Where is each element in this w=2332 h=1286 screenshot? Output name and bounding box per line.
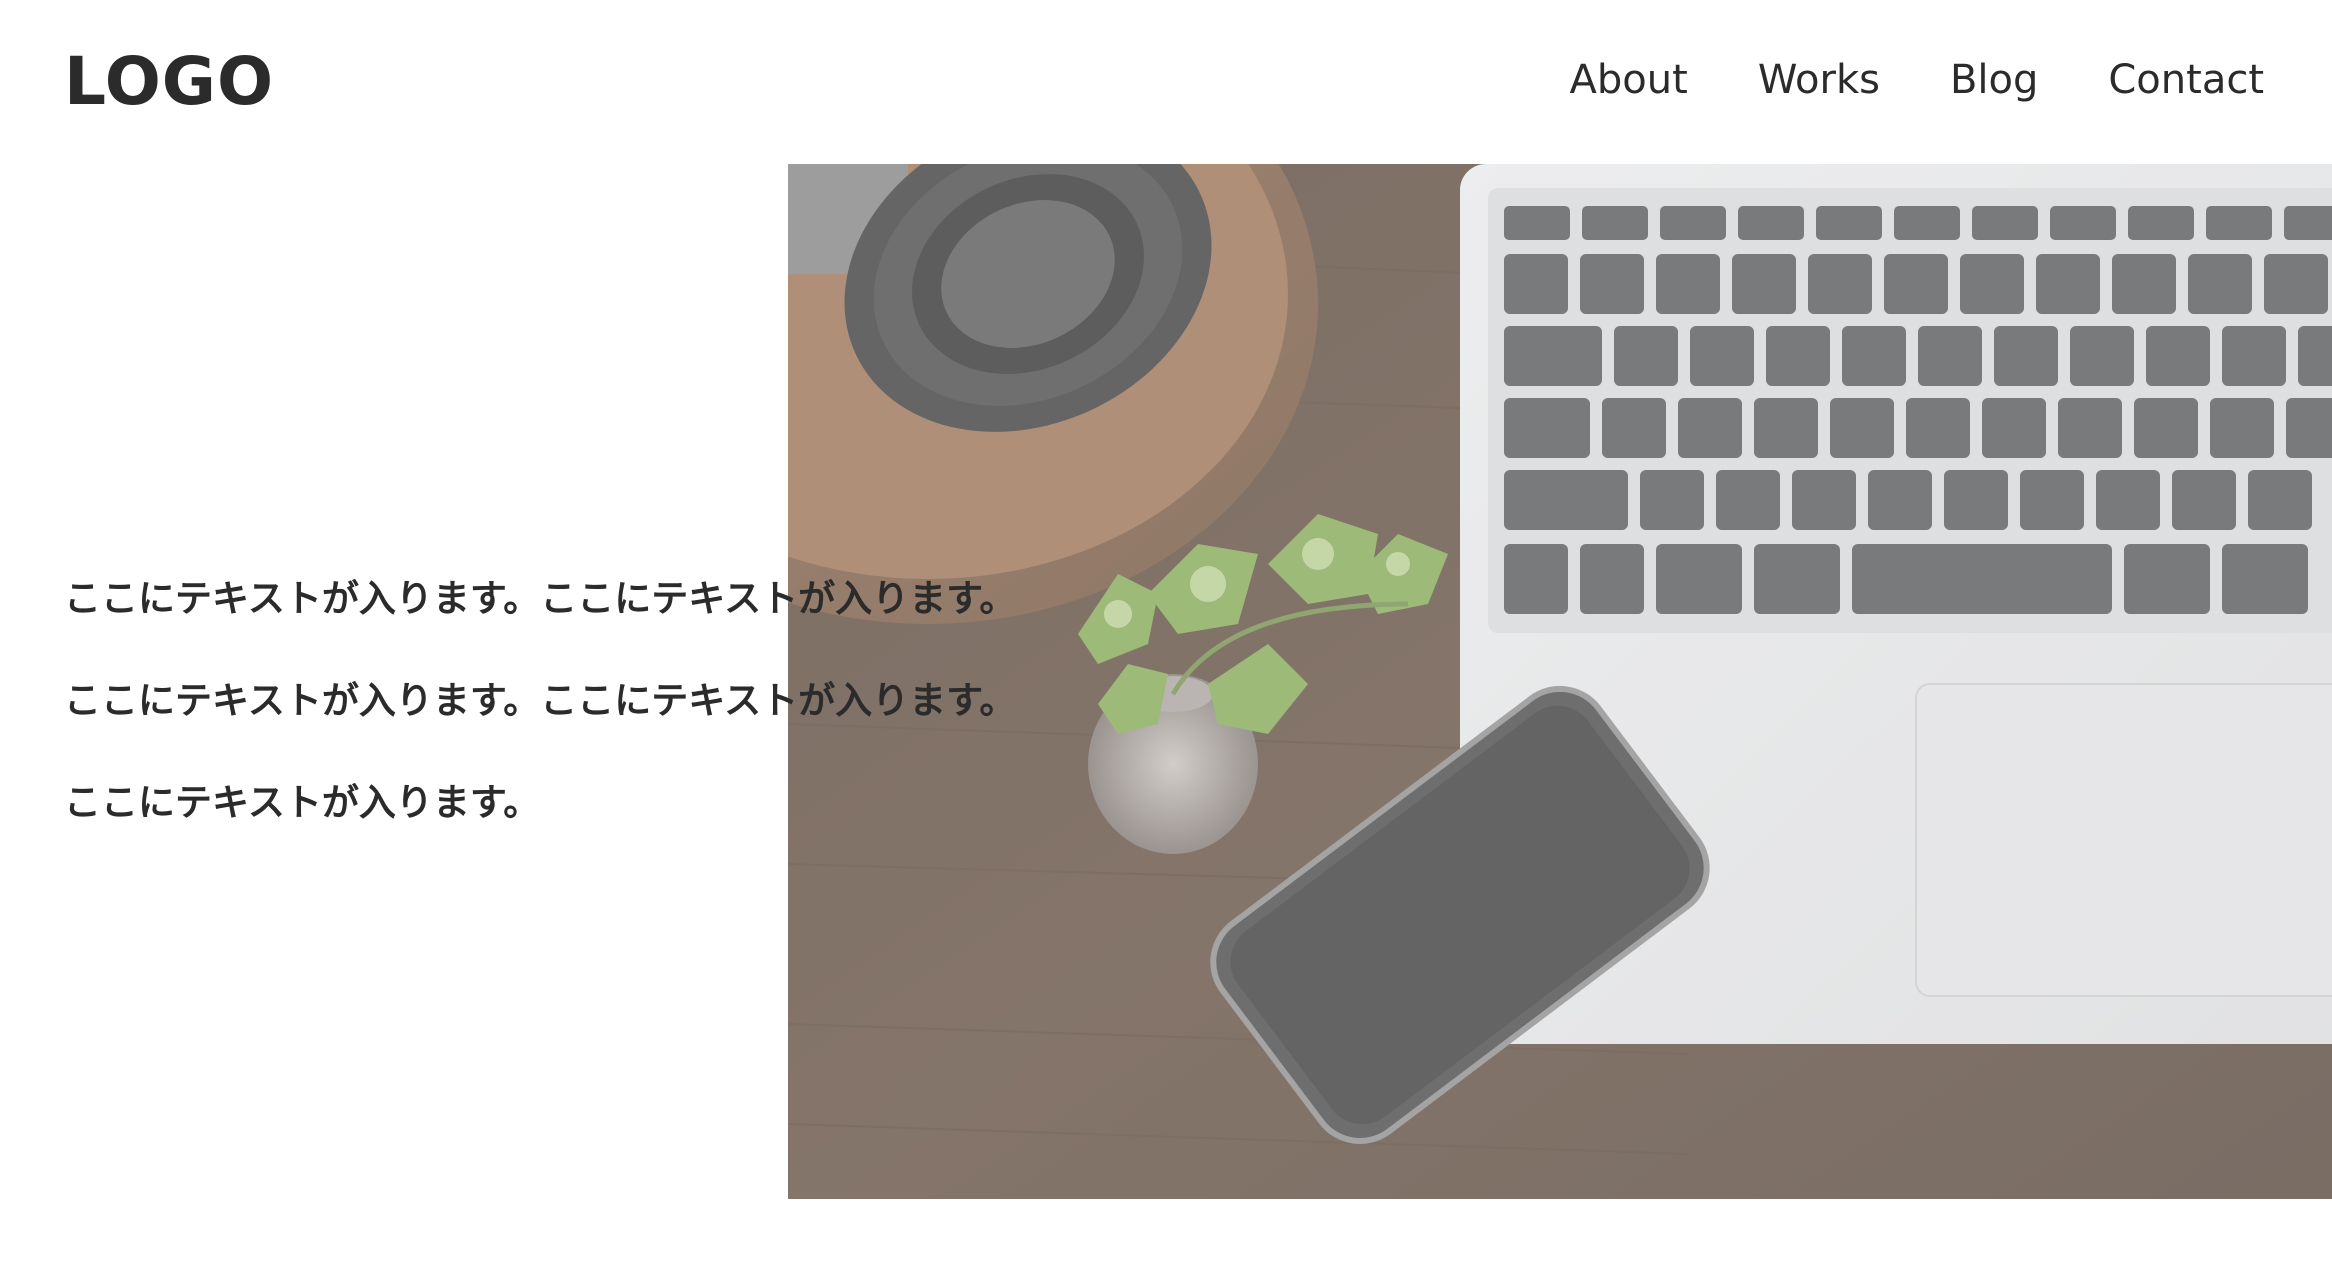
main-nav: About Works Blog Contact — [1500, 52, 2264, 108]
site-header: LOGO About Works Blog Contact — [0, 0, 2332, 164]
nav-link-contact[interactable]: Contact — [2108, 52, 2264, 108]
nav-link-works[interactable]: Works — [1758, 52, 1880, 108]
hero-copy: ここにテキストが入ります。ここにテキストが入ります。 ここにテキストが入ります。… — [64, 548, 1164, 854]
logo[interactable]: LOGO — [64, 42, 274, 122]
nav-link-blog[interactable]: Blog — [1950, 52, 2038, 108]
nav-link-about[interactable]: About — [1570, 52, 1688, 108]
hero-text-line-1: ここにテキストが入ります。ここにテキストが入ります。 — [64, 577, 1017, 620]
page: LOGO About Works Blog Contact ここにテキストが入り… — [0, 0, 2332, 1286]
hero-text-line-2: ここにテキストが入ります。ここにテキストが入ります。 — [64, 679, 1017, 722]
hero-text-line-3: ここにテキストが入ります。 — [64, 781, 541, 824]
